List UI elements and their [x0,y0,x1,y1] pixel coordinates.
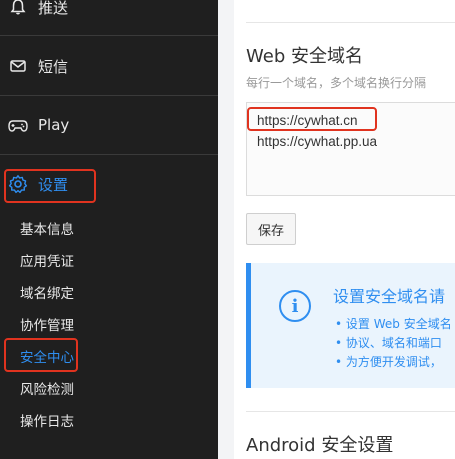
divider [246,411,455,412]
content-gutter [218,0,234,459]
bell-icon [8,0,28,17]
envelope-icon [8,56,28,76]
sub-item-risk-detection[interactable]: 风险检测 [20,380,74,400]
divider [246,22,455,23]
highlight-box-domain [247,107,377,131]
nav-label: 短信 [38,57,69,76]
android-section-title: Android 安全设置 [246,435,394,456]
nav-item-play[interactable]: Play [0,96,218,154]
info-bullet: • 协议、域名和端口 [335,336,442,350]
info-bullet: • 设置 Web 安全域名 [335,317,452,331]
sub-item-domain-binding[interactable]: 域名绑定 [20,284,74,304]
divider [0,35,218,36]
web-domain-hint: 每行一个域名，多个域名换行分隔 [246,76,427,90]
web-section-title: Web 安全域名 [246,46,363,67]
info-title: 设置安全域名请 [333,287,446,306]
nav-label: Play [38,116,70,134]
nav-item-sms[interactable]: 短信 [0,37,218,95]
save-button[interactable]: 保存 [246,213,296,245]
sub-item-operation-log[interactable]: 操作日志 [20,412,74,432]
highlight-box-settings [4,169,96,203]
nav-item-push[interactable]: 推送 [0,0,218,36]
sub-item-app-credentials[interactable]: 应用凭证 [20,252,74,272]
sidebar: 推送 短信 Play 设置 基本信息 应用凭证 域名绑定 协作管理 安全中心 风… [0,0,218,459]
gamepad-icon [8,115,28,135]
sub-item-collaboration[interactable]: 协作管理 [20,316,74,336]
main-panel: Web 安全域名 每行一个域名，多个域名换行分隔 https://cywhat.… [234,0,455,459]
domain-line: https://cywhat.pp.ua [257,134,378,149]
sub-item-basic-info[interactable]: 基本信息 [20,220,74,240]
info-callout: i 设置安全域名请 • 设置 Web 安全域名 • 协议、域名和端口 • 为方便… [246,263,455,388]
nav-label: 推送 [38,0,69,17]
highlight-box-security-center [4,338,78,372]
info-icon: i [279,290,311,322]
info-bullet: • 为方便开发调试， [335,355,442,369]
